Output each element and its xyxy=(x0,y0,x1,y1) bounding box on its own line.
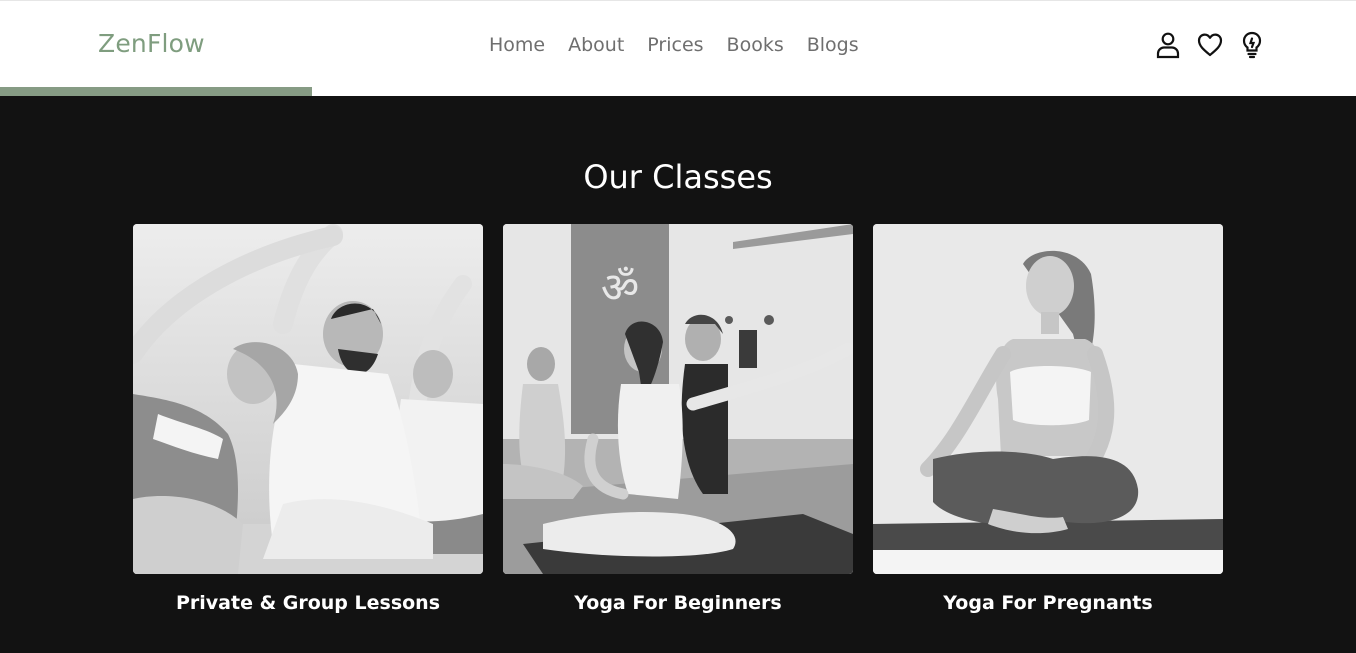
class-card-title: Private & Group Lessons xyxy=(175,592,441,614)
instructor-assisting-student-photo: ॐ xyxy=(503,224,853,574)
class-card-beginners[interactable]: ॐ Yoga For Beginners xyxy=(503,224,853,614)
class-card-private-group[interactable]: Private & Group Lessons xyxy=(133,224,483,614)
svg-text:ॐ: ॐ xyxy=(601,263,639,312)
class-card-title: Yoga For Pregnants xyxy=(943,592,1153,614)
nav-blogs[interactable]: Blogs xyxy=(807,33,859,57)
class-card-pregnants[interactable]: Yoga For Pregnants xyxy=(873,224,1223,614)
user-icon[interactable] xyxy=(1154,30,1182,60)
group-yoga-side-stretch-photo xyxy=(133,224,483,574)
nav-about[interactable]: About xyxy=(568,33,624,57)
nav-books[interactable]: Books xyxy=(727,33,784,57)
site-header: ZenFlow Home About Prices Books Blogs xyxy=(0,0,1356,97)
nav-prices[interactable]: Prices xyxy=(647,33,703,57)
class-card-title: Yoga For Beginners xyxy=(574,592,782,614)
nav-home[interactable]: Home xyxy=(489,33,545,57)
main-nav: Home About Prices Books Blogs xyxy=(489,33,859,57)
classes-section: Our Classes Private & Group Lessons ॐ Yo… xyxy=(0,96,1356,653)
seated-meditation-photo xyxy=(873,224,1223,574)
heart-icon[interactable] xyxy=(1196,30,1224,60)
lightbulb-icon[interactable] xyxy=(1238,30,1266,60)
header-actions xyxy=(1154,30,1266,60)
section-title: Our Classes xyxy=(583,158,773,196)
class-cards: Private & Group Lessons ॐ Yoga For Begin… xyxy=(133,224,1223,614)
logo[interactable]: ZenFlow xyxy=(98,29,205,58)
